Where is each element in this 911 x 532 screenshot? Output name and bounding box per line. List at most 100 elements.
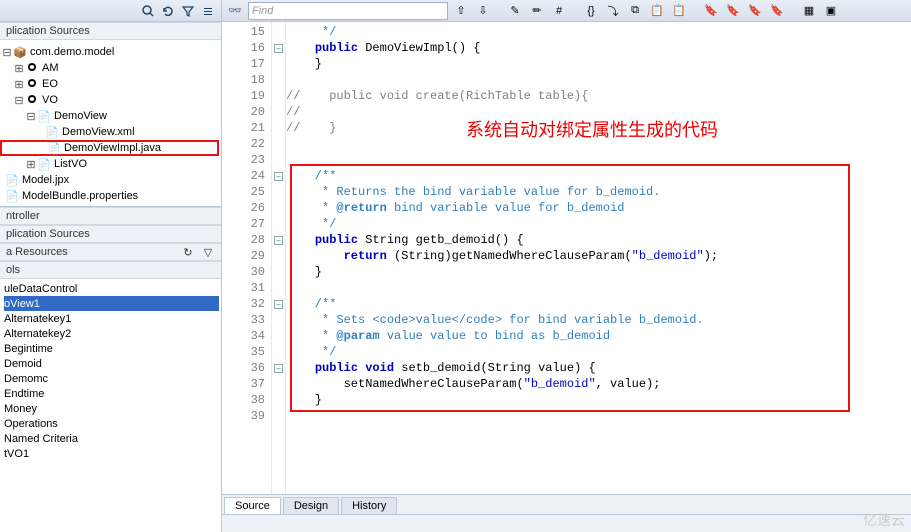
- code-line[interactable]: [286, 152, 911, 168]
- bookmark-icon[interactable]: 🔖: [702, 2, 720, 20]
- refresh-icon[interactable]: [159, 2, 177, 20]
- bm-next-icon[interactable]: 🔖: [724, 2, 742, 20]
- java-icon: 📄: [46, 140, 62, 156]
- code-line[interactable]: * Returns the bind variable value for b_…: [286, 184, 911, 200]
- clip2-icon[interactable]: 📋: [670, 2, 688, 20]
- tree-demoview-impl[interactable]: 📄DemoViewImpl.java: [0, 140, 219, 156]
- filter-icon[interactable]: ▽: [199, 243, 217, 261]
- menu-icon[interactable]: [199, 2, 217, 20]
- bm-clear-icon[interactable]: 🔖: [768, 2, 786, 20]
- code-line[interactable]: [286, 72, 911, 88]
- code-line[interactable]: * @return bind variable value for b_demo…: [286, 200, 911, 216]
- tab-source[interactable]: Source: [224, 497, 281, 514]
- list-item[interactable]: Alternatekey2: [4, 326, 219, 341]
- code-line[interactable]: public String getb_demoid() {: [286, 232, 911, 248]
- code-line[interactable]: * Sets <code>value</code> for bind varia…: [286, 312, 911, 328]
- tree-demoview-xml[interactable]: 📄DemoView.xml: [0, 124, 219, 140]
- folder-icon: 🞈: [24, 76, 40, 92]
- resources-label: a Resources: [6, 246, 68, 258]
- tree-vo[interactable]: ⊟🞈VO: [0, 92, 219, 108]
- list-item[interactable]: oView1: [4, 296, 219, 311]
- code-line[interactable]: // public void create(RichTable table){: [286, 88, 911, 104]
- sources-header: plication Sources: [0, 22, 221, 40]
- list-item[interactable]: Alternatekey1: [4, 311, 219, 326]
- controller-header: ntroller: [0, 207, 221, 225]
- xml-icon: 📄: [44, 124, 60, 140]
- status-bar: [222, 514, 911, 532]
- datasource-list[interactable]: uleDataControloView1Alternatekey1Alterna…: [0, 279, 221, 463]
- find-placeholder: Find: [252, 5, 273, 17]
- list-item[interactable]: Operations: [4, 416, 219, 431]
- tree-eo[interactable]: ⊞🞈EO: [0, 76, 219, 92]
- folder-icon: 🞈: [24, 92, 40, 108]
- find-input[interactable]: Find: [248, 2, 448, 20]
- code-line[interactable]: /**: [286, 296, 911, 312]
- hash-icon[interactable]: #: [550, 2, 568, 20]
- next-icon[interactable]: ⇩: [474, 2, 492, 20]
- list-item[interactable]: uleDataControl: [4, 281, 219, 296]
- fold-toggle[interactable]: −: [274, 44, 283, 53]
- code-line[interactable]: }: [286, 56, 911, 72]
- code-line[interactable]: public DemoViewImpl() {: [286, 40, 911, 56]
- code-line[interactable]: [286, 408, 911, 424]
- vo-icon: 📄: [36, 156, 52, 172]
- props-icon: 📄: [4, 188, 20, 204]
- step-icon[interactable]: ⤵: [604, 2, 622, 20]
- fold-toggle[interactable]: −: [274, 364, 283, 373]
- search-icon[interactable]: [139, 2, 157, 20]
- highlight-icon[interactable]: ✎: [506, 2, 524, 20]
- tree-demoview[interactable]: ⊟📄DemoView: [0, 108, 219, 124]
- code-line[interactable]: }: [286, 264, 911, 280]
- tab-history[interactable]: History: [341, 497, 397, 514]
- tree-model-bundle[interactable]: 📄ModelBundle.properties: [0, 188, 219, 204]
- vo-icon: 📄: [36, 108, 52, 124]
- code-line[interactable]: */: [286, 24, 911, 40]
- tree-listvo[interactable]: ⊞📄ListVO: [0, 156, 219, 172]
- list-item[interactable]: Named Criteria: [4, 431, 219, 446]
- resources-header: a Resources ↻▽: [0, 243, 221, 261]
- fold-toggle[interactable]: −: [274, 236, 283, 245]
- bm-prev-icon[interactable]: 🔖: [746, 2, 764, 20]
- refresh-icon[interactable]: ↻: [179, 243, 197, 261]
- binoculars-icon[interactable]: 👓: [226, 2, 244, 20]
- project-panel: plication Sources ⊟📦com.demo.model ⊞🞈AM …: [0, 0, 222, 532]
- copy-icon[interactable]: ⧉: [626, 2, 644, 20]
- filter-icon[interactable]: [179, 2, 197, 20]
- list-item[interactable]: Money: [4, 401, 219, 416]
- code-line[interactable]: */: [286, 216, 911, 232]
- editor-panel: 👓 Find ⇧ ⇩ ✎ ✏ # {} ⤵ ⧉ 📋 📋 🔖 🔖 🔖 🔖 ▦ ▣ …: [222, 0, 911, 532]
- code-line[interactable]: [286, 280, 911, 296]
- tab-design[interactable]: Design: [283, 497, 339, 514]
- fold-gutter[interactable]: − − − − −: [272, 22, 286, 494]
- list-item[interactable]: Begintime: [4, 341, 219, 356]
- code-editor[interactable]: 1516171819202122232425262728293031323334…: [222, 22, 911, 494]
- code-line[interactable]: }: [286, 392, 911, 408]
- tree-model-jpx[interactable]: 📄Model.jpx: [0, 172, 219, 188]
- clip-icon[interactable]: 📋: [648, 2, 666, 20]
- braces-icon[interactable]: {}: [582, 2, 600, 20]
- fold-toggle[interactable]: −: [274, 300, 283, 309]
- fold-toggle[interactable]: −: [274, 172, 283, 181]
- list-item[interactable]: Endtime: [4, 386, 219, 401]
- code-line[interactable]: setNamedWhereClauseParam("b_demoid", val…: [286, 376, 911, 392]
- annotation-text: 系统自动对绑定属性生成的代码: [466, 116, 718, 142]
- code-line[interactable]: */: [286, 344, 911, 360]
- code-line[interactable]: return (String)getNamedWhereClauseParam(…: [286, 248, 911, 264]
- prev-icon[interactable]: ⇧: [452, 2, 470, 20]
- tree-root[interactable]: ⊟📦com.demo.model: [0, 44, 219, 60]
- pencil-icon[interactable]: ✏: [528, 2, 546, 20]
- code-line[interactable]: public void setb_demoid(String value) {: [286, 360, 911, 376]
- list-item[interactable]: Demomc: [4, 371, 219, 386]
- code-line[interactable]: * @param value value to bind as b_demoid: [286, 328, 911, 344]
- sources2-header: plication Sources: [0, 225, 221, 243]
- list-item[interactable]: tVO1: [4, 446, 219, 461]
- code-line[interactable]: /**: [286, 168, 911, 184]
- list-item[interactable]: Demoid: [4, 356, 219, 371]
- watermark: 亿速云: [863, 510, 905, 530]
- window-icon[interactable]: ▣: [822, 2, 840, 20]
- project-tree[interactable]: ⊟📦com.demo.model ⊞🞈AM ⊞🞈EO ⊟🞈VO ⊟📄DemoVi…: [0, 40, 221, 207]
- code-area[interactable]: 系统自动对绑定属性生成的代码 */ public DemoViewImpl() …: [286, 22, 911, 494]
- tree-am[interactable]: ⊞🞈AM: [0, 60, 219, 76]
- line-gutter: 1516171819202122232425262728293031323334…: [222, 22, 272, 494]
- grid-icon[interactable]: ▦: [800, 2, 818, 20]
